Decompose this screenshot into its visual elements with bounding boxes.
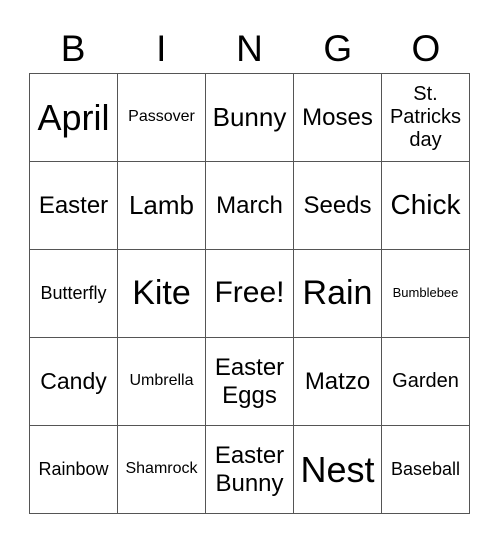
cell-label: Bunny <box>212 101 287 132</box>
bingo-cell[interactable]: Shamrock <box>118 426 206 514</box>
bingo-cell[interactable]: Free! <box>206 250 294 338</box>
bingo-cell[interactable]: Matzo <box>294 338 382 426</box>
cell-label: Easter Eggs <box>214 353 285 409</box>
bingo-cell[interactable]: Candy <box>30 338 118 426</box>
cell-label: Moses <box>302 103 373 131</box>
bingo-cell[interactable]: Bumblebee <box>382 250 470 338</box>
cell-label: Candy <box>40 368 107 395</box>
cell-label: St. Patricks day <box>389 83 462 151</box>
cell-label: April <box>37 96 110 138</box>
cell-label: Passover <box>128 108 195 126</box>
bingo-cell[interactable]: Chick <box>382 162 470 250</box>
bingo-cell[interactable]: Kite <box>118 250 206 338</box>
cell-label: Butterfly <box>40 283 107 304</box>
bingo-cell[interactable]: Bunny <box>206 74 294 162</box>
bingo-cell[interactable]: Easter <box>30 162 118 250</box>
cell-label: Matzo <box>304 367 371 395</box>
cell-label: Chick <box>390 189 461 221</box>
bingo-grid: April Passover Bunny Moses St. Patricks day E… <box>29 73 470 514</box>
bingo-cell[interactable]: Moses <box>294 74 382 162</box>
cell-label: Rain <box>302 273 373 312</box>
header-letter-b: B <box>60 28 86 69</box>
bingo-cell[interactable]: Butterfly <box>30 250 118 338</box>
bingo-cell[interactable]: March <box>206 162 294 250</box>
bingo-cell[interactable]: Rainbow <box>30 426 118 514</box>
cell-label: Nest <box>300 448 375 490</box>
bingo-cell[interactable]: Passover <box>118 74 206 162</box>
bingo-cell[interactable]: Seeds <box>294 162 382 250</box>
header-letter-n: N <box>236 28 263 69</box>
cell-label: Seeds <box>303 191 372 219</box>
cell-label: Bumblebee <box>392 285 459 301</box>
cell-label: March <box>216 191 283 219</box>
header-letter-i: I <box>156 28 167 69</box>
header-letter-o: O <box>411 28 441 69</box>
header-letter-g: G <box>323 28 353 69</box>
bingo-cell[interactable]: Garden <box>382 338 470 426</box>
bingo-cell[interactable]: Lamb <box>118 162 206 250</box>
cell-label: Kite <box>132 273 191 312</box>
cell-label: Garden <box>392 370 459 392</box>
bingo-cell[interactable]: Nest <box>294 426 382 514</box>
cell-label: Rainbow <box>38 459 109 480</box>
cell-label: Easter Bunny <box>214 441 285 497</box>
bingo-cell[interactable]: Umbrella <box>118 338 206 426</box>
bingo-cell[interactable]: Rain <box>294 250 382 338</box>
bingo-cell[interactable]: Baseball <box>382 426 470 514</box>
cell-label: Free! <box>214 276 285 310</box>
bingo-cell[interactable]: Easter Eggs <box>206 338 294 426</box>
cell-label: Easter <box>38 191 109 219</box>
cell-label: Shamrock <box>125 460 198 478</box>
bingo-cell[interactable]: April <box>30 74 118 162</box>
cell-label: Baseball <box>390 459 461 480</box>
cell-label: Umbrella <box>129 372 194 390</box>
bingo-header: B I N G O <box>29 26 470 72</box>
bingo-cell[interactable]: Easter Bunny <box>206 426 294 514</box>
cell-label: Lamb <box>128 189 195 220</box>
bingo-cell[interactable]: St. Patricks day <box>382 74 470 162</box>
